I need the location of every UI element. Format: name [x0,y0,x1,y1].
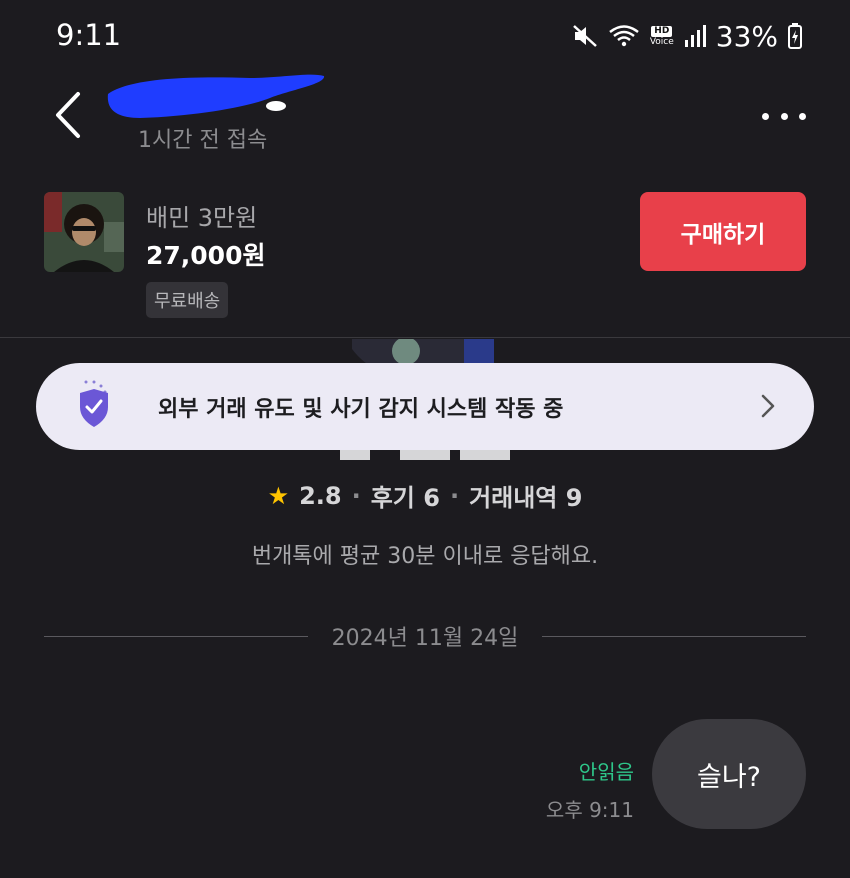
redacted-username [107,74,325,118]
battery-percent: 33% [715,19,778,53]
product-thumbnail[interactable] [44,192,124,272]
seller-rating: 2.8 [299,481,342,510]
divider-line [44,635,308,637]
back-button[interactable] [48,90,92,140]
message-time: 오후 9:11 [545,798,634,822]
more-dot-icon [799,112,806,120]
shield-check-icon [80,380,108,427]
last-seen-status: 1시간 전 접속 [138,128,268,153]
more-options-button[interactable] [762,110,806,122]
separator: · [351,481,361,510]
message-bubble[interactable]: 슬나? [652,719,806,829]
mute-vibrate-icon [572,23,598,49]
sent-message-row: 안읽음 오후 9:11 슬나? [0,718,850,830]
status-time: 9:11 [56,18,122,52]
divider-line [542,635,806,637]
more-dot-icon [780,112,788,120]
product-price: 27,000원 [146,241,266,270]
status-bar: 9:11 HD Voice 33% [0,0,850,72]
signal-icon [684,24,706,48]
chevron-left-icon [56,92,80,138]
date-divider: 2024년 11월 24일 [44,620,806,652]
date-label: 2024년 11월 24일 [331,626,519,651]
wifi-icon [608,23,640,49]
star-icon: ★ [267,481,290,510]
separator: · [449,481,460,510]
product-summary[interactable]: 배민 3만원 27,000원 무료배송 구매하기 [0,172,850,338]
read-status: 안읽음 [578,760,634,784]
transaction-count[interactable]: 거래내역 9 [469,478,582,513]
fraud-detection-banner[interactable]: 외부 거래 유도 및 사기 감지 시스템 작동 중 [36,363,814,450]
response-time-info: 번개톡에 평균 30분 이내로 응답해요. [251,544,599,569]
more-dot-icon [762,112,769,120]
buy-button[interactable]: 구매하기 [640,192,806,271]
review-count[interactable]: 후기 6 [371,478,440,513]
hd-voice-icon: HD Voice [649,25,674,47]
chevron-right-icon [761,394,775,418]
seller-stats: ★ 2.8 · 후기 6 · 거래내역 9 [0,478,850,513]
fraud-detection-text: 외부 거래 유도 및 사기 감지 시스템 작동 중 [158,397,564,422]
chat-header: 1시간 전 접속 [0,72,850,172]
product-title: 배민 3만원 [146,204,258,232]
free-shipping-badge: 무료배송 [146,282,229,318]
status-icons: HD Voice 33% [572,18,802,54]
battery-charging-icon [788,23,802,49]
